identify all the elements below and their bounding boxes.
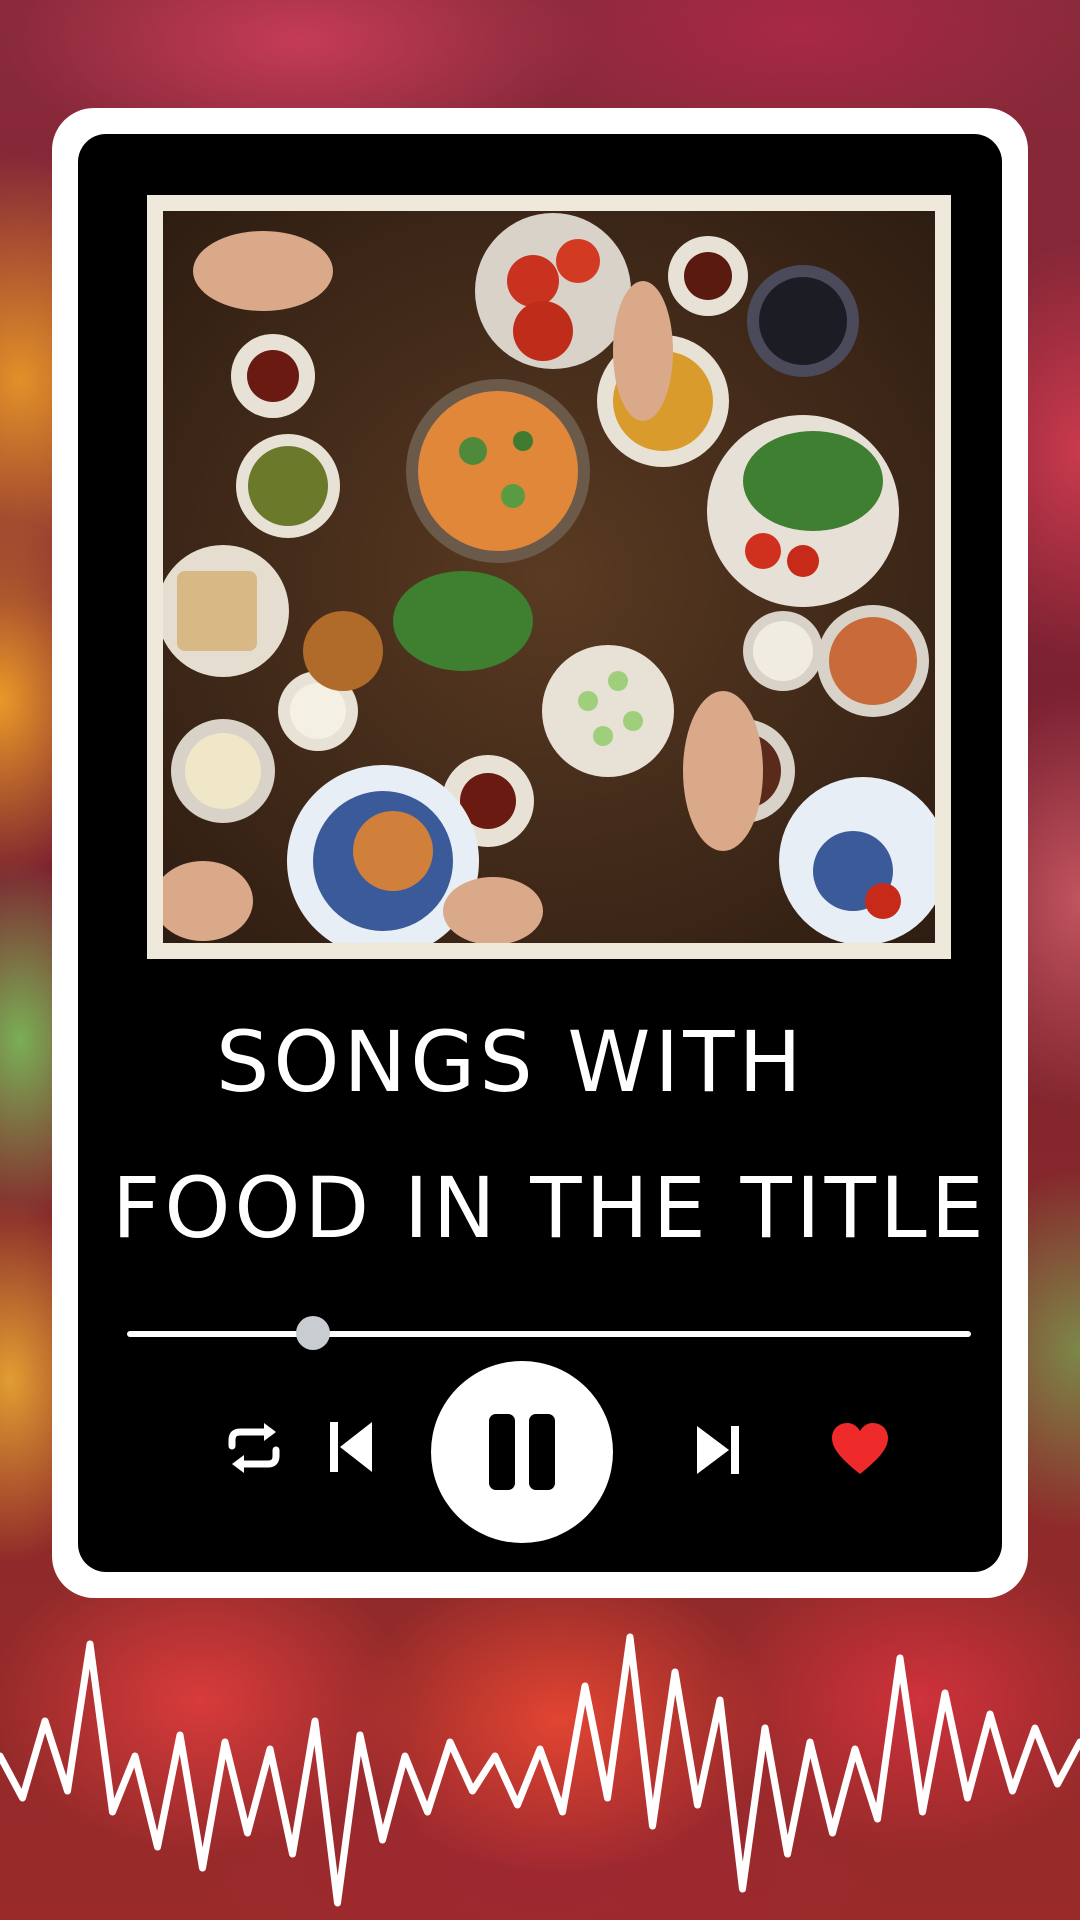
story-canvas: SONGS WITH FOOD IN THE TITLE bbox=[0, 0, 1080, 1920]
album-art-frame bbox=[147, 195, 951, 959]
progress-thumb[interactable] bbox=[295, 1316, 330, 1350]
next-button[interactable] bbox=[695, 1422, 741, 1478]
song-title-line-1: SONGS WITH bbox=[216, 1013, 806, 1111]
skip-previous-icon bbox=[330, 1422, 372, 1472]
music-player-card: SONGS WITH FOOD IN THE TITLE bbox=[52, 108, 1028, 1598]
album-art-image bbox=[163, 211, 935, 943]
like-button[interactable] bbox=[830, 1422, 890, 1476]
repeat-icon bbox=[228, 1423, 280, 1473]
music-player-panel: SONGS WITH FOOD IN THE TITLE bbox=[78, 134, 1002, 1572]
progress-bar[interactable] bbox=[127, 1331, 971, 1337]
heart-icon bbox=[832, 1423, 888, 1474]
pause-icon bbox=[489, 1414, 555, 1490]
repeat-button[interactable] bbox=[222, 1420, 286, 1476]
audio-waveform bbox=[0, 1633, 1080, 1907]
food-table-illustration bbox=[163, 211, 935, 943]
skip-next-icon bbox=[697, 1426, 739, 1474]
previous-button[interactable] bbox=[328, 1418, 376, 1476]
song-title-line-2: FOOD IN THE TITLE bbox=[112, 1159, 988, 1257]
play-pause-button[interactable] bbox=[431, 1361, 613, 1543]
